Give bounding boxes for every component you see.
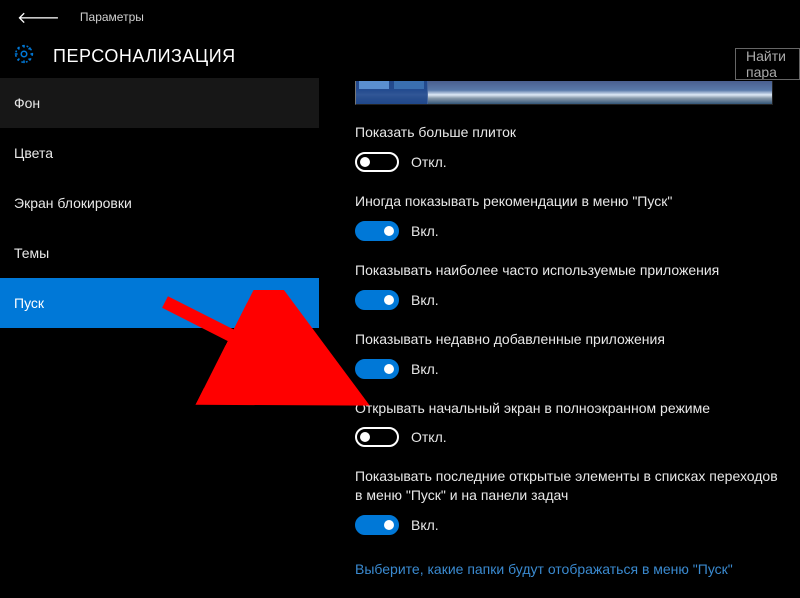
setting-label: Открывать начальный экран в полноэкранно… (355, 399, 785, 418)
setting-label: Показывать последние открытые элементы в… (355, 467, 785, 505)
sidebar-item-label: Пуск (14, 295, 44, 311)
start-preview-image (355, 81, 773, 105)
sidebar-item-label: Фон (14, 95, 40, 111)
gear-icon (13, 43, 35, 70)
toggle-state-text: Вкл. (411, 517, 439, 533)
setting-label: Показывать наиболее часто используемые п… (355, 261, 785, 280)
toggle-state-text: Вкл. (411, 292, 439, 308)
breadcrumb: Параметры (80, 10, 144, 24)
toggle-state-text: Откл. (411, 154, 447, 170)
toggle-jump-lists[interactable] (355, 515, 399, 535)
sidebar-item-colors[interactable]: Цвета (0, 128, 319, 178)
sidebar-item-label: Экран блокировки (14, 195, 132, 211)
setting-label: Иногда показывать рекомендации в меню "П… (355, 192, 785, 211)
setting-label: Показывать недавно добавленные приложени… (355, 330, 785, 349)
toggle-recommendations[interactable] (355, 221, 399, 241)
page-title: ПЕРСОНАЛИЗАЦИЯ (53, 46, 236, 67)
search-input[interactable]: Найти пара (735, 48, 800, 80)
sidebar: Фон Цвета Экран блокировки Темы Пуск (0, 78, 319, 598)
back-arrow-icon[interactable]: 🡐 (17, 7, 60, 28)
sidebar-item-start[interactable]: Пуск (0, 278, 319, 328)
toggle-state-text: Вкл. (411, 223, 439, 239)
toggle-state-text: Откл. (411, 429, 447, 445)
choose-folders-link[interactable]: Выберите, какие папки будут отображаться… (355, 561, 733, 577)
main-content: Показать больше плиток Откл. Иногда пока… (319, 78, 800, 598)
sidebar-item-themes[interactable]: Темы (0, 228, 319, 278)
sidebar-item-label: Темы (14, 245, 49, 261)
toggle-recently-added[interactable] (355, 359, 399, 379)
toggle-state-text: Вкл. (411, 361, 439, 377)
sidebar-item-label: Цвета (14, 145, 53, 161)
search-placeholder: Найти пара (746, 48, 799, 80)
toggle-more-tiles[interactable] (355, 152, 399, 172)
toggle-fullscreen-start[interactable] (355, 427, 399, 447)
toggle-most-used[interactable] (355, 290, 399, 310)
sidebar-item-lockscreen[interactable]: Экран блокировки (0, 178, 319, 228)
setting-label: Показать больше плиток (355, 123, 785, 142)
sidebar-item-background[interactable]: Фон (0, 78, 319, 128)
